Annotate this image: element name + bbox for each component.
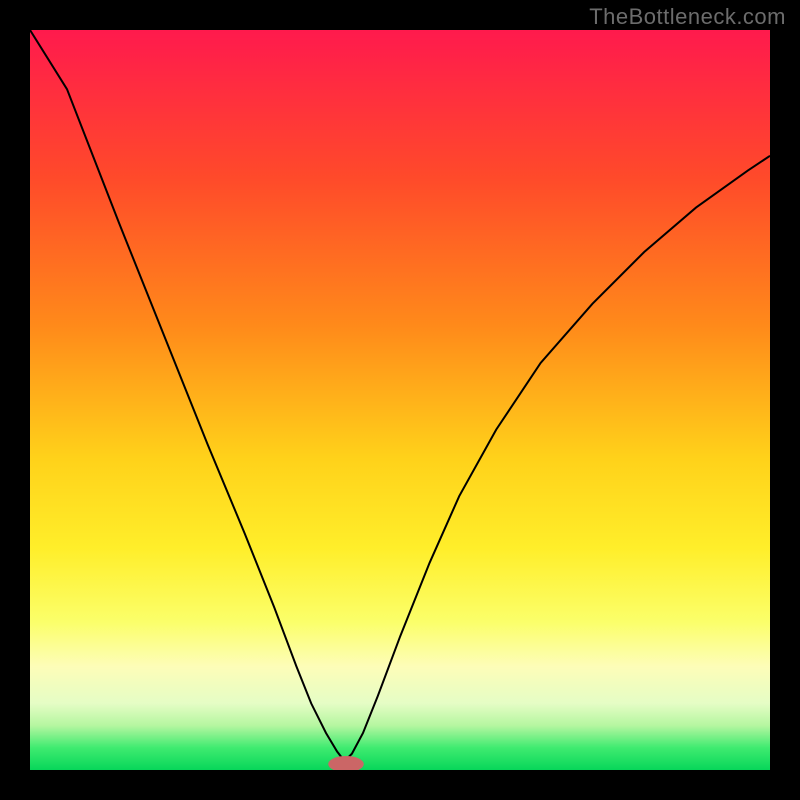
- plot-background: [30, 30, 770, 770]
- attribution-text: TheBottleneck.com: [589, 4, 786, 30]
- chart-frame: TheBottleneck.com: [0, 0, 800, 800]
- bottleneck-chart: [30, 30, 770, 770]
